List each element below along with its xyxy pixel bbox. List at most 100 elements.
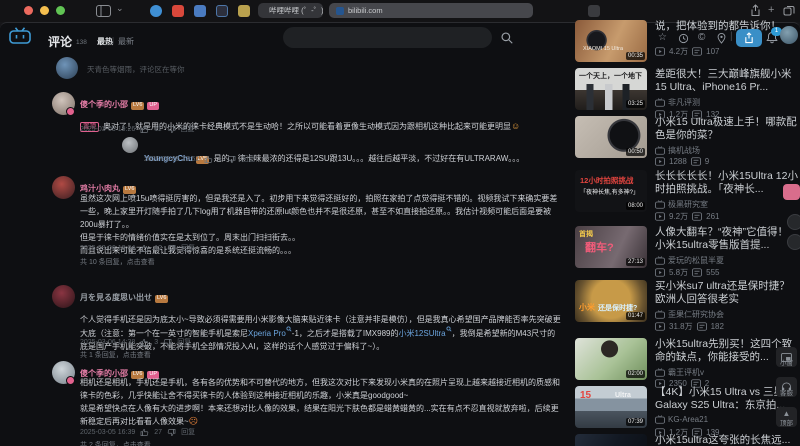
sort-new-tab[interactable]: 最新 bbox=[118, 36, 134, 47]
video-thumbnail[interactable]: 一个天上，一个地下 03:25 bbox=[575, 68, 647, 110]
reply-button[interactable]: 回复 bbox=[181, 124, 195, 134]
mini-player-button[interactable]: 小窗 bbox=[776, 347, 797, 367]
video-thumbnail[interactable]: 首揭 翻车? 27:13 bbox=[575, 226, 647, 268]
user-avatar[interactable] bbox=[780, 26, 798, 44]
extension-icon[interactable] bbox=[588, 5, 600, 17]
video-card[interactable]: 一个天上，一个地下 03:25 差距很大！三大巅峰旗舰小米15 Ultra、iP… bbox=[575, 68, 798, 119]
copyright-icon[interactable]: © bbox=[698, 33, 705, 43]
sidebar-toggle-icon[interactable] bbox=[96, 5, 111, 17]
like-icon[interactable] bbox=[140, 244, 149, 253]
video-uploader[interactable]: 歪果仁研究协会 bbox=[655, 309, 724, 320]
video-thumbnail[interactable] bbox=[575, 434, 647, 446]
video-card[interactable]: 02:00 小米15ultra先别买！这四个致命的缺点，你能接受的... 霸王评… bbox=[575, 338, 798, 388]
video-title[interactable]: 长长长长长！小米15Ultra 12小时拍照挑战。「夜神长... bbox=[655, 170, 798, 196]
video-card[interactable]: 12小时拍照挑战 「夜神长焦,有多神?」 08:00 长长长长长！小米15Ult… bbox=[575, 170, 798, 221]
video-thumbnail[interactable]: 12小时拍照挑战 「夜神长焦,有多神?」 08:00 bbox=[575, 170, 647, 212]
like-icon[interactable] bbox=[140, 428, 149, 437]
close-window-button[interactable] bbox=[24, 6, 33, 15]
browser-tab-bilibili[interactable]: 哔哩哔哩 (゜-゜)... bbox=[258, 3, 323, 18]
video-thumbnail[interactable]: XIAOMI 15 Ultra 00:35 bbox=[575, 20, 647, 62]
floating-widget-icon[interactable] bbox=[787, 234, 800, 250]
share-page-icon[interactable] bbox=[750, 4, 761, 17]
view-more-replies[interactable]: 共 2 条回复，点击查看 bbox=[80, 440, 151, 446]
share-button[interactable] bbox=[736, 29, 762, 47]
video-title[interactable]: 人像大翻车？“夜神”它值得！小米15ultra零售版首提... bbox=[655, 226, 798, 252]
video-uploader[interactable]: 极黑研究室 bbox=[655, 199, 708, 210]
browser-address-bar[interactable]: bilibili.com bbox=[329, 3, 533, 18]
like-icon[interactable] bbox=[204, 155, 213, 164]
video-title[interactable]: 小米15 Ultra极速上手！哪款配色是你的菜？ bbox=[655, 116, 798, 142]
new-tab-icon[interactable]: + bbox=[768, 4, 774, 16]
like-icon[interactable] bbox=[140, 125, 149, 134]
uploader-tv-icon bbox=[655, 368, 665, 377]
danmaku-count: 9 bbox=[704, 157, 710, 166]
video-uploader[interactable]: 霸王评机v bbox=[655, 367, 704, 378]
history-clock-icon[interactable] bbox=[678, 33, 689, 44]
pinned-tab-icon-4[interactable] bbox=[216, 5, 228, 17]
comment-input-placeholder[interactable]: 天青色等烟雨，评论区在等你 bbox=[87, 64, 185, 75]
pinned-tab-icon-2[interactable] bbox=[172, 5, 184, 17]
video-title[interactable]: 买小米su7 ultra还是保时捷？欧洲人回答很老实 bbox=[655, 280, 798, 306]
video-uploader[interactable]: KG-Area21 bbox=[655, 415, 708, 424]
video-title[interactable]: 小米15ultra这夸张的长焦远... bbox=[655, 434, 798, 446]
avatar-reply[interactable] bbox=[122, 137, 138, 153]
minimize-window-button[interactable] bbox=[40, 6, 49, 15]
view-more-replies[interactable]: 共 10 条回复，点击查看 bbox=[80, 257, 155, 267]
video-card[interactable]: 15 Ultra 07:39 【4K】小米15 Ultra vs 三星Galax… bbox=[575, 386, 798, 437]
avatar-comment-2[interactable] bbox=[52, 176, 75, 199]
back-to-top-button[interactable]: ▲ 顶部 bbox=[776, 407, 797, 427]
maximize-window-button[interactable] bbox=[56, 6, 65, 15]
tab-overview-icon[interactable] bbox=[783, 5, 795, 17]
customer-service-button[interactable]: 客服 bbox=[776, 377, 797, 397]
dislike-icon[interactable] bbox=[167, 125, 176, 134]
sort-hot-tab[interactable]: 最热 bbox=[97, 36, 113, 47]
thumb-text: 一个天上，一个地下 bbox=[579, 73, 642, 80]
like-count: 27 bbox=[154, 428, 163, 436]
video-card[interactable]: 首揭 翻车? 27:13 人像大翻车？“夜神”它值得！小米15ultra零售版首… bbox=[575, 226, 798, 277]
reply-button[interactable]: 回复 bbox=[181, 243, 195, 253]
video-uploader[interactable]: 爱玩的松鼠半夏 bbox=[655, 255, 724, 266]
dislike-icon[interactable] bbox=[167, 244, 176, 253]
view-more-replies[interactable]: 共 1 条回复，点击查看 bbox=[80, 350, 151, 360]
dislike-icon[interactable] bbox=[167, 428, 176, 437]
video-thumbnail[interactable]: 小米 还是保时捷? 01:47 bbox=[575, 280, 647, 322]
video-title[interactable]: 差距很大！三大巅峰旗舰小米15 Ultra、iPhone16 Pr... bbox=[655, 68, 798, 94]
video-thumbnail[interactable]: 15 Ultra 07:39 bbox=[575, 386, 647, 428]
like-count: 12 bbox=[154, 244, 163, 252]
like-icon[interactable] bbox=[140, 338, 149, 347]
comment-2-meta: 2025-03-06 18:04 12 回复 bbox=[80, 243, 195, 253]
search-input[interactable] bbox=[283, 27, 492, 48]
chevron-down-icon[interactable]: ⌄ bbox=[116, 3, 124, 14]
reply-button[interactable]: 回复 bbox=[241, 154, 255, 164]
dislike-icon[interactable] bbox=[163, 338, 172, 347]
comment-date: 2025-03-05 16:39 bbox=[80, 428, 136, 436]
search-word-link[interactable]: 小米12SUltra bbox=[398, 329, 445, 338]
video-thumbnail[interactable]: 00:50 bbox=[575, 116, 647, 158]
activity-badge[interactable] bbox=[783, 184, 800, 200]
location-pin-icon[interactable] bbox=[716, 32, 727, 44]
uploader-name: 歪果仁研究协会 bbox=[668, 310, 724, 319]
pinned-tab-icon-1[interactable] bbox=[150, 5, 162, 17]
pinned-tab-icon-3[interactable] bbox=[194, 5, 206, 17]
video-card[interactable]: 小米15ultra这夸张的长焦远... bbox=[575, 434, 798, 446]
favorite-star-icon[interactable]: ☆ bbox=[658, 33, 667, 43]
reply-button[interactable]: 回复 bbox=[177, 337, 191, 347]
thumb-text: 首揭 bbox=[579, 231, 593, 238]
video-uploader[interactable]: 非凡评测 bbox=[655, 97, 700, 108]
my-avatar[interactable] bbox=[56, 57, 78, 79]
search-icon[interactable] bbox=[500, 31, 514, 45]
avatar-comment-3[interactable] bbox=[52, 285, 75, 308]
video-card[interactable]: 小米 还是保时捷? 01:47 买小米su7 ultra还是保时捷？欧洲人回答很… bbox=[575, 280, 798, 331]
dislike-icon[interactable] bbox=[227, 155, 236, 164]
video-uploader[interactable]: 搞机战场 bbox=[655, 145, 700, 156]
video-card[interactable]: 00:50 小米15 Ultra极速上手！哪款配色是你的菜？ 搞机战场 1288… bbox=[575, 116, 798, 166]
bilibili-logo[interactable] bbox=[9, 27, 31, 44]
emoji-face: ☹ bbox=[188, 416, 199, 426]
reply-button[interactable]: 回复 bbox=[181, 427, 195, 437]
floating-widget-icon[interactable] bbox=[787, 214, 800, 230]
thumb-text: 15 bbox=[580, 390, 592, 401]
video-stats: 9.2万 261 bbox=[655, 211, 719, 222]
pinned-tab-icon-5[interactable] bbox=[238, 5, 250, 17]
search-word-link[interactable]: Xperia Pro bbox=[248, 329, 286, 338]
video-thumbnail[interactable]: 02:00 bbox=[575, 338, 647, 380]
